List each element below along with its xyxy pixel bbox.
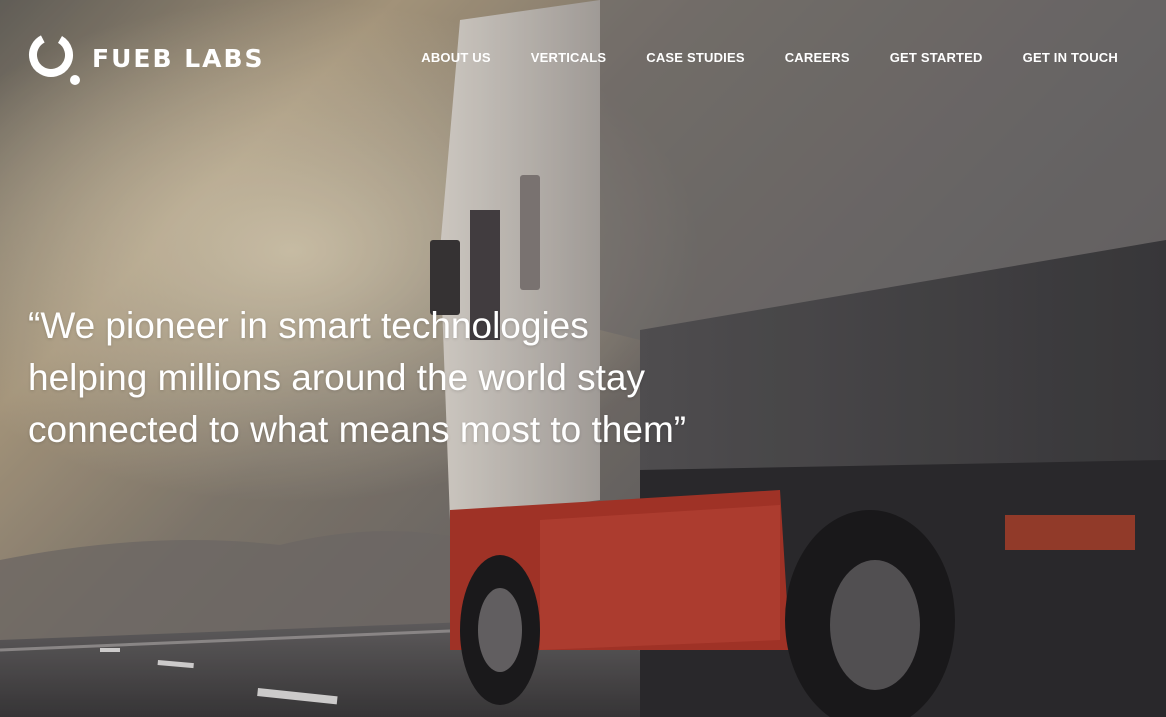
brand-name: FUEB LABS [92, 43, 265, 73]
hero-quote: “We pioneer in smart technologies helpin… [28, 305, 687, 450]
nav-careers[interactable]: CAREERS [785, 50, 850, 65]
nav-get-started[interactable]: GET STARTED [890, 50, 983, 65]
main-nav: ABOUT US VERTICALS CASE STUDIES CAREERS … [421, 50, 1118, 65]
nav-get-in-touch[interactable]: GET IN TOUCH [1023, 50, 1118, 65]
nav-about-us[interactable]: ABOUT US [421, 50, 491, 65]
nav-verticals[interactable]: VERTICALS [531, 50, 606, 65]
ring-dot-logo-icon [29, 33, 80, 85]
site-header: FUEB LABS ABOUT US VERTICALS CASE STUDIE… [0, 0, 1166, 118]
nav-case-studies[interactable]: CASE STUDIES [646, 50, 744, 65]
brand-logo-link[interactable]: FUEB LABS [28, 32, 265, 86]
